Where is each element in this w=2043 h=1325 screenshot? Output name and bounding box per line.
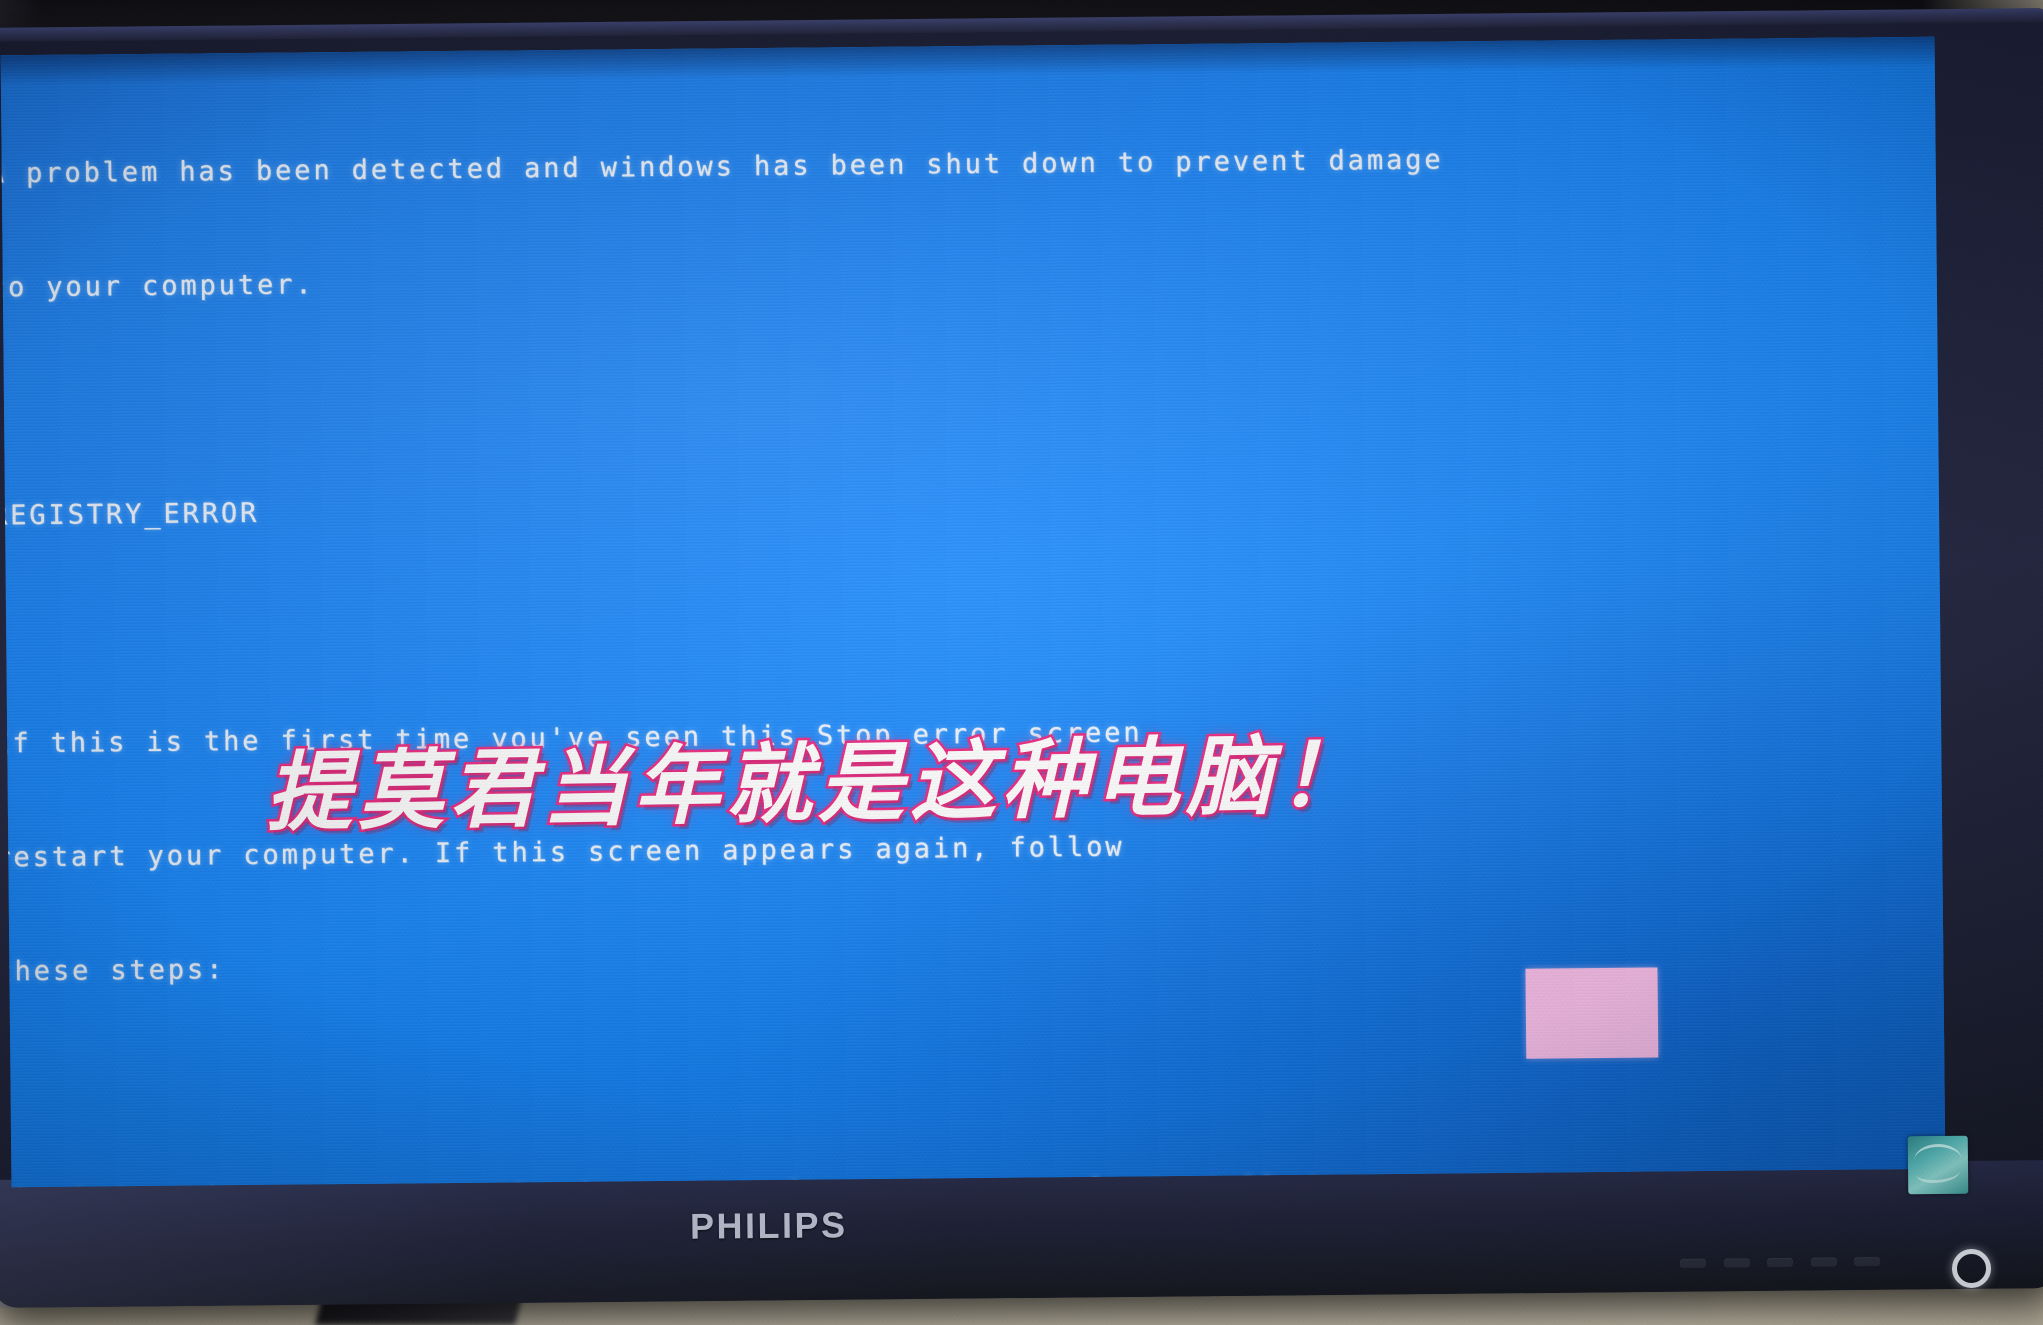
meme-caption-overlay: 提莫君当年就是这种电脑！ [262, 723, 1373, 846]
lcd-panel: A problem has been detected and windows … [0, 36, 1946, 1188]
bsod-intro-line-1: A problem has been detected and windows … [0, 144, 1444, 190]
philips-brand-logo: PHILIPS [689, 1204, 848, 1247]
osd-button-2[interactable] [1723, 1258, 1750, 1268]
bsod-intro-line-2: to your computer. [0, 269, 315, 304]
osd-button-row[interactable] [1679, 1257, 1880, 1277]
holographic-sticker-icon [1907, 1135, 1969, 1195]
osd-button-5[interactable] [1853, 1257, 1880, 1267]
osd-button-3[interactable] [1766, 1257, 1793, 1268]
photograph-of-monitor: A problem has been detected and windows … [0, 0, 2043, 1325]
sticker-swoosh-mark [1915, 1161, 1961, 1184]
power-led-ring-icon[interactable] [1951, 1248, 1992, 1289]
osd-button-1[interactable] [1679, 1258, 1707, 1268]
bsod-error-code: REGISTRY_ERROR [0, 497, 260, 532]
pink-watermark-box [1525, 967, 1659, 1059]
osd-button-4[interactable] [1810, 1257, 1837, 1267]
